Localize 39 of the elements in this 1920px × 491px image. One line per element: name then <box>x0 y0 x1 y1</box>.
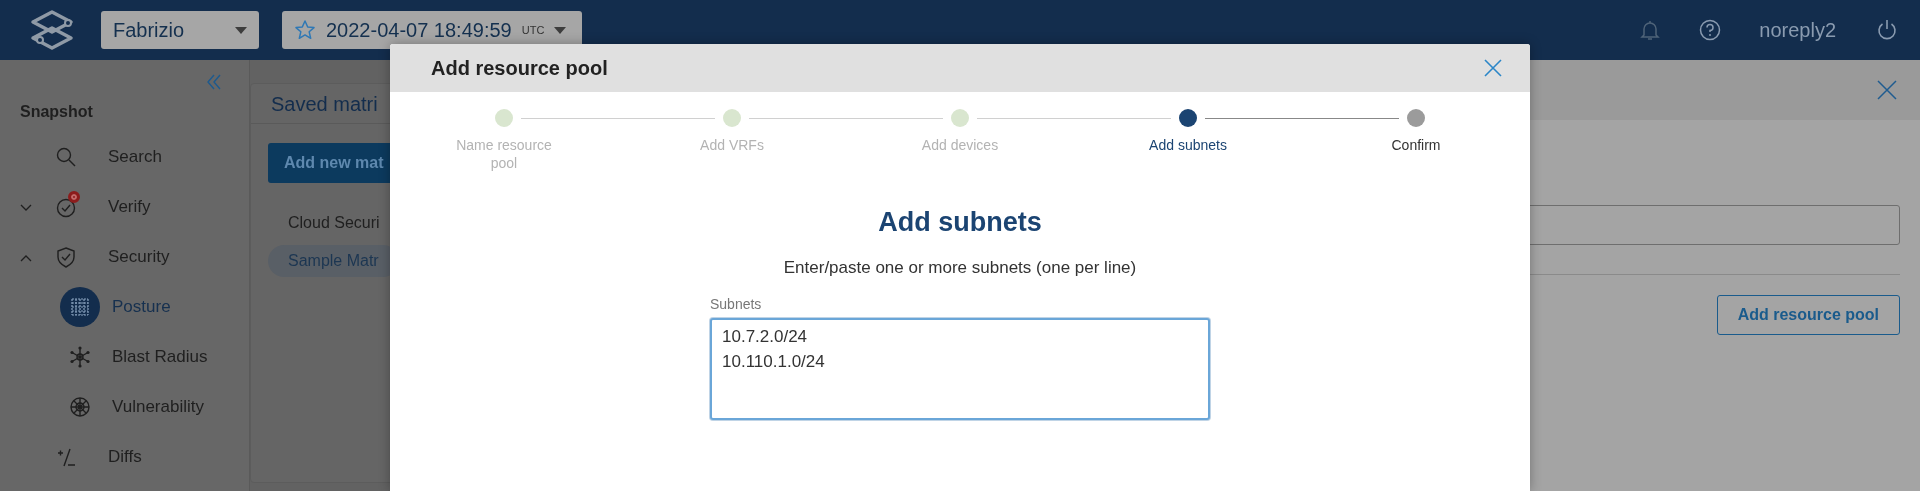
step-label: Confirm <box>1391 136 1441 155</box>
workspace-dropdown[interactable]: Fabrizio <box>101 11 259 49</box>
step-heading: Add subnets <box>878 206 1042 240</box>
nav-item[interactable]: Search <box>108 144 162 170</box>
nav-icon <box>69 296 91 318</box>
nav-item[interactable]: Verify <box>108 194 151 220</box>
user-name[interactable]: noreply2 <box>1759 15 1836 45</box>
nav-icon <box>55 446 77 468</box>
card-title: Saved matri <box>271 93 378 115</box>
step-label: Add VRFs <box>700 136 764 155</box>
section-heading: Snapshot <box>19 102 94 122</box>
close-icon <box>1483 58 1503 78</box>
step-label: Name resource pool <box>455 136 553 173</box>
instructions-text: Enter/paste one or more subnets (one per line) <box>783 256 1137 279</box>
nav-icon <box>69 346 91 368</box>
bell-icon <box>1639 19 1662 41</box>
field-label: Subnets <box>710 295 763 315</box>
nav-item[interactable]: Security <box>108 244 170 270</box>
logo-icon <box>30 9 74 51</box>
snapshot-dropdown[interactable]: 2022-04-07 18:49:59 UTC <box>282 11 582 49</box>
power-icon <box>1876 19 1898 41</box>
nav-item[interactable]: Vulnerability <box>112 394 204 420</box>
nav-icon <box>69 396 91 418</box>
add-resource-pool-button[interactable]: Add resource pool <box>1716 295 1900 335</box>
step-label: Add devices <box>921 136 999 155</box>
caret-icon <box>235 26 247 34</box>
nav-item[interactable]: Diffs <box>108 444 142 470</box>
modal-title: Add resource pool <box>431 56 608 81</box>
nav-item[interactable]: Blast Radius <box>112 344 208 370</box>
close-icon <box>1876 79 1898 101</box>
nav-icon <box>55 196 77 218</box>
nav-icon <box>55 246 77 268</box>
step-label: Add subnets <box>1149 136 1227 155</box>
nav-icon <box>55 146 77 168</box>
nav-item[interactable]: Posture <box>112 294 171 320</box>
subnets-field[interactable]: 10.7.2.0/24 10.110.1.0/24 <box>710 318 1210 421</box>
help-icon <box>1699 19 1722 41</box>
collapse-icon <box>207 74 221 90</box>
caret-icon <box>554 26 567 34</box>
